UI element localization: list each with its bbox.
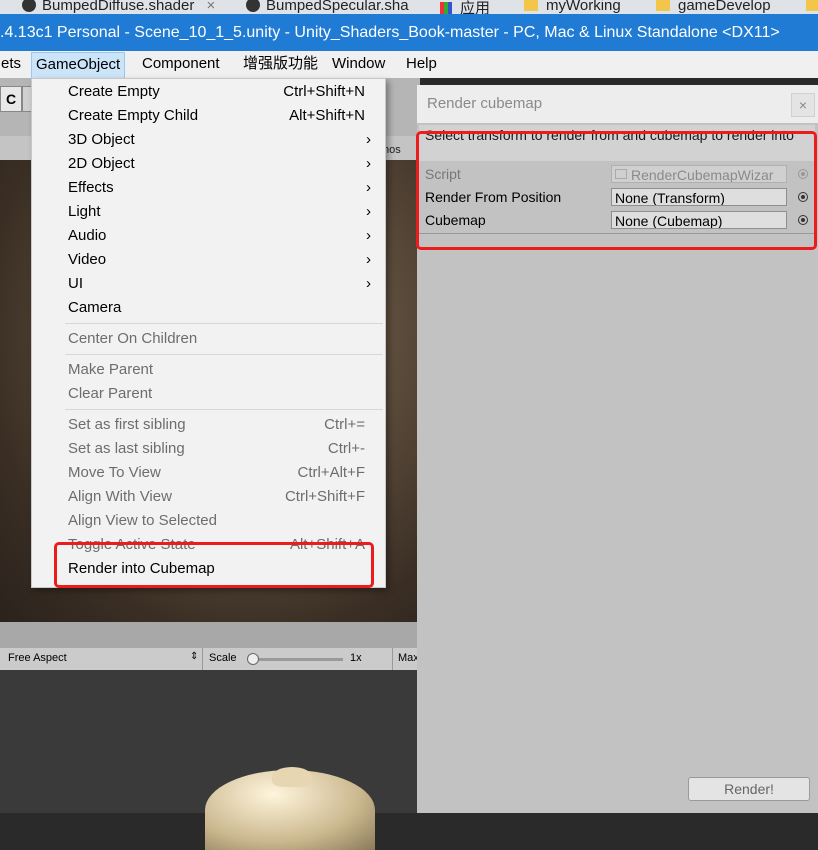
menu-item-clear-parent[interactable]: Clear Parent <box>68 382 365 406</box>
unity-file-icon <box>246 0 260 12</box>
menu-item-label: Set as last sibling <box>68 440 185 457</box>
menu-gameobject[interactable]: GameObject <box>31 52 126 79</box>
menu-item-set-last-sibling[interactable]: Set as last sibling Ctrl+- <box>68 437 365 461</box>
shortcut-label: Ctrl+Shift+N <box>283 83 365 100</box>
shortcut-label: Ctrl+- <box>327 440 365 457</box>
gameobject-menu: Create Empty Ctrl+Shift+N Create Empty Ch… <box>31 78 386 588</box>
aspect-dropdown[interactable]: Free Aspect <box>8 652 67 664</box>
menu-item-label: Align With View <box>68 488 172 505</box>
shortcut-label: Ctrl+Shift+F <box>284 488 365 505</box>
shortcut-label: Ctrl+Alt+F <box>297 464 365 481</box>
menu-item-effects[interactable]: Effects › <box>68 176 371 200</box>
scale-slider-thumb[interactable] <box>247 653 259 665</box>
game-tab-bar <box>0 622 418 648</box>
browser-tab-bumped-diffuse[interactable]: BumpedDiffuse.shader × <box>22 0 215 14</box>
menu-separator <box>65 323 383 324</box>
chevron-right-icon: › <box>366 227 371 244</box>
chevron-right-icon: › <box>366 251 371 268</box>
window-title: .4.13c1 Personal - Scene_10_1_5.unity - … <box>0 24 780 41</box>
game-view-toolbar: Free Aspect ⇕ Scale 1x Max <box>0 648 419 670</box>
maximize-on-play-toggle[interactable]: Max <box>398 652 419 664</box>
shortcut-label: Alt+Shift+N <box>289 107 365 124</box>
scale-value: 1x <box>350 652 362 664</box>
browser-tab-strip: BumpedDiffuse.shader × BumpedSpecular.sh… <box>0 0 818 14</box>
menu-item-label: 2D Object <box>68 155 135 172</box>
menu-item-label: Move To View <box>68 464 161 481</box>
menu-item-audio[interactable]: Audio › <box>68 224 371 248</box>
apps-icon <box>440 2 452 14</box>
tool-button[interactable]: C <box>0 86 22 112</box>
scale-slider-track[interactable] <box>253 658 343 661</box>
menu-item-create-empty[interactable]: Create Empty Ctrl+Shift+N <box>68 80 365 104</box>
render-button[interactable]: Render! <box>688 777 810 801</box>
browser-tab-bumped-specular[interactable]: BumpedSpecular.sha <box>246 0 409 14</box>
menu-item-center-on-children[interactable]: Center On Children <box>68 327 365 351</box>
menu-item-label: Make Parent <box>68 361 154 378</box>
menu-item-label: Audio <box>68 227 107 244</box>
chevron-right-icon: › <box>366 155 371 172</box>
menu-bar: ets GameObject Component 增强版功能 Window He… <box>0 51 818 79</box>
chevron-updown-icon: ⇕ <box>190 651 199 662</box>
tab-label: BumpedSpecular.sha <box>266 0 409 14</box>
highlight-box-render-into-cubemap <box>54 542 374 588</box>
menu-item-ui[interactable]: UI › <box>68 272 371 296</box>
bookmark-myworking[interactable]: myWorking <box>524 0 621 14</box>
menu-item-move-to-view[interactable]: Move To View Ctrl+Alt+F <box>68 461 365 485</box>
menu-item-label: Center On Children <box>68 330 198 347</box>
teapot-lid <box>272 767 312 787</box>
menu-separator <box>65 354 383 355</box>
folder-icon <box>656 0 670 11</box>
chevron-right-icon: › <box>366 275 371 292</box>
tab-label: BumpedDiffuse.shader <box>42 0 195 14</box>
close-button[interactable]: × <box>791 93 815 117</box>
divider <box>202 648 203 670</box>
close-icon[interactable]: × <box>207 0 216 14</box>
chevron-right-icon: › <box>366 179 371 196</box>
menu-item-label: Effects <box>68 179 114 196</box>
bookmark-label: myWorking <box>546 0 621 14</box>
menu-component[interactable]: Component <box>138 51 224 76</box>
menu-item-label: Create Empty <box>68 83 160 100</box>
folder-icon <box>806 0 818 11</box>
menu-item-video[interactable]: Video › <box>68 248 371 272</box>
menu-item-3d-object[interactable]: 3D Object › <box>68 128 371 152</box>
menu-item-align-with-view[interactable]: Align With View Ctrl+Shift+F <box>68 485 365 509</box>
menu-item-set-first-sibling[interactable]: Set as first sibling Ctrl+= <box>68 413 365 437</box>
bookmark-label: gameDevelop <box>678 0 771 14</box>
unity-file-icon <box>22 0 36 12</box>
menu-help[interactable]: Help <box>402 51 441 76</box>
menu-item-label: UI <box>68 275 83 292</box>
shortcut-label: Ctrl+= <box>324 416 365 433</box>
menu-item-label: Align View to Selected <box>68 512 217 529</box>
menu-item-2d-object[interactable]: 2D Object › <box>68 152 371 176</box>
window-title: Render cubemap <box>427 95 543 112</box>
highlight-box-wizard-fields <box>416 131 817 250</box>
chevron-right-icon: › <box>366 203 371 220</box>
scale-label: Scale <box>209 652 237 664</box>
menu-item-align-view-to-selected[interactable]: Align View to Selected <box>68 509 365 533</box>
menu-window[interactable]: Window <box>328 51 389 76</box>
menu-item-create-empty-child[interactable]: Create Empty Child Alt+Shift+N <box>68 104 365 128</box>
menu-item-label: Light <box>68 203 101 220</box>
menu-item-camera[interactable]: Camera <box>68 296 365 320</box>
menu-item-make-parent[interactable]: Make Parent <box>68 358 365 382</box>
menu-item-label: Set as first sibling <box>68 416 186 433</box>
window-title-bar: .4.13c1 Personal - Scene_10_1_5.unity - … <box>0 14 818 51</box>
folder-icon <box>524 0 538 11</box>
bookmark-label: 应用 <box>460 0 491 14</box>
bookmark-apps[interactable]: 应用 <box>440 0 490 14</box>
menu-item-label: Create Empty Child <box>68 107 199 124</box>
menu-separator <box>65 409 383 410</box>
menu-assets[interactable]: ets <box>0 51 25 76</box>
bookmark-overflow[interactable] <box>806 0 818 14</box>
menu-item-label: Video <box>68 251 107 268</box>
menu-enhanced[interactable]: 增强版功能 <box>239 51 322 76</box>
chevron-right-icon: › <box>366 131 371 148</box>
bookmark-gamedevelop[interactable]: gameDevelop <box>656 0 771 14</box>
divider <box>392 648 393 670</box>
menu-item-label: 3D Object <box>68 131 135 148</box>
menu-item-light[interactable]: Light › <box>68 200 371 224</box>
menu-item-label: Camera <box>68 299 122 316</box>
menu-item-label: Clear Parent <box>68 385 153 402</box>
